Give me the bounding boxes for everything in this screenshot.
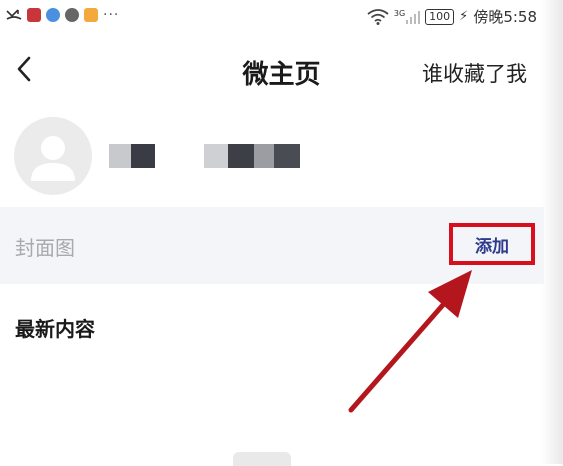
annotation-arrow-icon bbox=[348, 270, 472, 413]
